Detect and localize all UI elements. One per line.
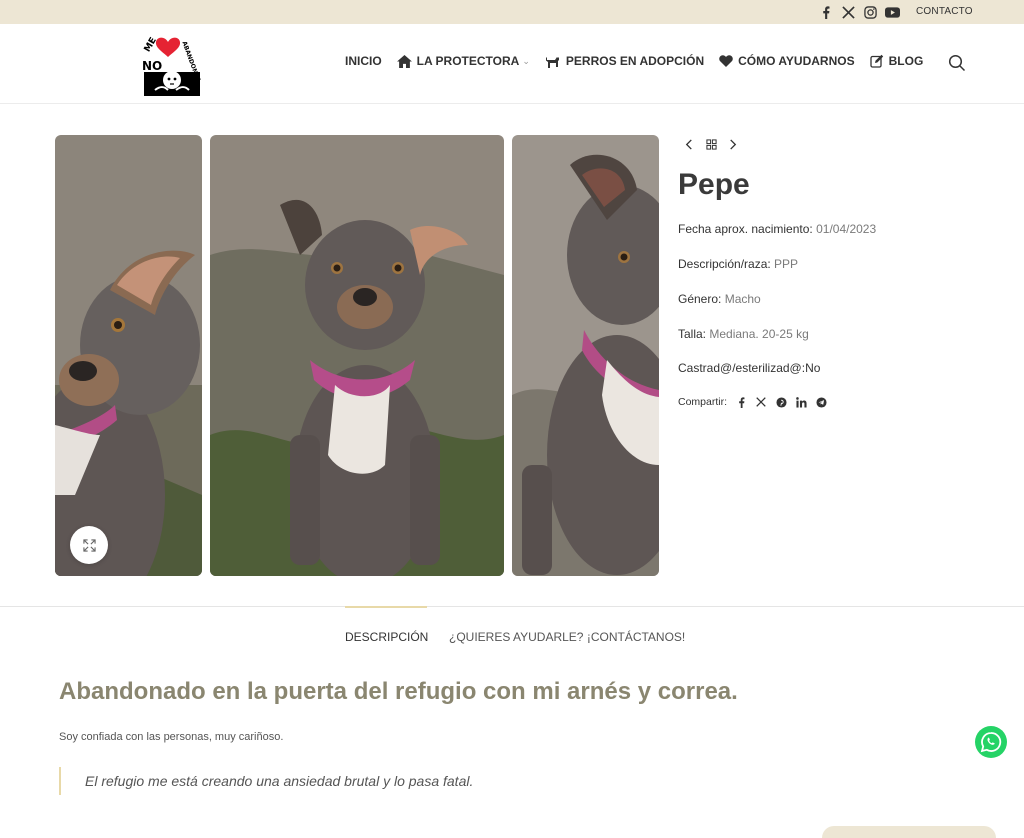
linkedin-icon[interactable] (795, 396, 807, 408)
nav-item-como-ayudarnos[interactable]: CÓMO AYUDARNOS (719, 54, 855, 68)
nav-item-label: BLOG (888, 54, 924, 68)
attribute-value: PPP (774, 257, 799, 271)
attribute-gender: Género: Macho (678, 292, 761, 306)
attribute-label: Talla: (678, 327, 707, 341)
description-paragraph: Soy confiada con las personas, muy cariñ… (59, 731, 284, 743)
nav-item-label: CÓMO AYUDARNOS (738, 54, 855, 68)
attribute-value: 01/04/2023 (816, 222, 877, 236)
telegram-icon[interactable] (815, 396, 827, 408)
nav-item-inicio[interactable]: INICIO (345, 54, 382, 68)
nav-item-blog[interactable]: BLOG (869, 54, 924, 68)
attribute-neutered: Castrad@/esterilizad@:No (678, 361, 820, 375)
svg-text:ME: ME (143, 36, 159, 54)
attribute-value: Mediana. 20-25 kg (709, 327, 809, 341)
attribute-label: Descripción/raza: (678, 257, 771, 271)
nav-item-label: INICIO (345, 54, 382, 68)
description-heading: Abandonado en la puerta del refugio con … (59, 678, 738, 705)
product-title: Pepe (678, 168, 750, 201)
x-icon[interactable] (840, 4, 856, 20)
attribute-label: Fecha aprox. nacimiento: (678, 222, 813, 236)
chevron-right-icon[interactable] (726, 137, 740, 151)
main-nav: INICIO LA PROTECTORA ⌄ PERROS EN ADOPCIÓ… (345, 54, 923, 68)
edit-icon (869, 54, 884, 68)
contact-link[interactable]: CONTACTO (916, 6, 973, 17)
youtube-icon[interactable] (884, 4, 900, 20)
tabs-divider (0, 606, 1024, 607)
home-icon (396, 54, 412, 68)
x-icon[interactable] (755, 396, 767, 408)
main-header: ME NO ABANDONES INICIO LA PROTECTORA ⌄ P… (0, 24, 1024, 104)
chevron-down-icon: ⌄ (522, 55, 530, 66)
whatsapp-icon[interactable] (975, 726, 1007, 758)
active-tab-indicator (345, 606, 427, 608)
share-bar: Compartir: (678, 396, 827, 408)
nav-item-label: PERROS EN ADOPCIÓN (565, 54, 705, 68)
tab-descripcion[interactable]: DESCRIPCIÓN (345, 630, 428, 644)
attribute-breed: Descripción/raza: PPP (678, 257, 798, 271)
instagram-icon[interactable] (862, 4, 878, 20)
product-image-main[interactable] (210, 135, 504, 576)
attribute-birth-date: Fecha aprox. nacimiento: 01/04/2023 (678, 222, 876, 236)
product-image-next[interactable] (512, 135, 659, 576)
facebook-icon[interactable] (818, 4, 834, 20)
nav-item-perros-en-adopcion[interactable]: PERROS EN ADOPCIÓN (545, 54, 704, 68)
heart-icon (719, 55, 733, 67)
product-image-prev[interactable] (55, 135, 202, 576)
tab-quieres-ayudarle[interactable]: ¿QUIERES AYUDARLE? ¡CONTÁCTANOS! (449, 630, 685, 644)
floating-action-bar[interactable] (822, 826, 996, 838)
attribute-size: Talla: Mediana. 20-25 kg (678, 327, 809, 341)
site-logo[interactable]: ME NO ABANDONES (141, 28, 203, 98)
product-navigation (682, 137, 740, 151)
top-bar: CONTACTO (0, 0, 1024, 24)
expand-icon[interactable] (70, 526, 108, 564)
attribute-value: No (805, 361, 821, 375)
attribute-label: Género: (678, 292, 722, 306)
attribute-value: Macho (724, 292, 761, 306)
description-quote: El refugio me está creando una ansiedad … (59, 767, 473, 795)
grid-icon[interactable] (704, 137, 718, 151)
pinterest-icon[interactable] (775, 396, 787, 408)
dog-icon (545, 54, 561, 68)
nav-item-label: LA PROTECTORA (416, 54, 520, 68)
nav-item-la-protectora[interactable]: LA PROTECTORA ⌄ (396, 54, 530, 68)
share-label: Compartir: (678, 396, 728, 408)
facebook-icon[interactable] (735, 396, 747, 408)
chevron-left-icon[interactable] (682, 137, 696, 151)
search-icon[interactable] (948, 54, 966, 72)
svg-text:NO: NO (142, 59, 162, 73)
social-links (818, 4, 900, 20)
attribute-label: Castrad@/esterilizad@: (678, 361, 806, 375)
